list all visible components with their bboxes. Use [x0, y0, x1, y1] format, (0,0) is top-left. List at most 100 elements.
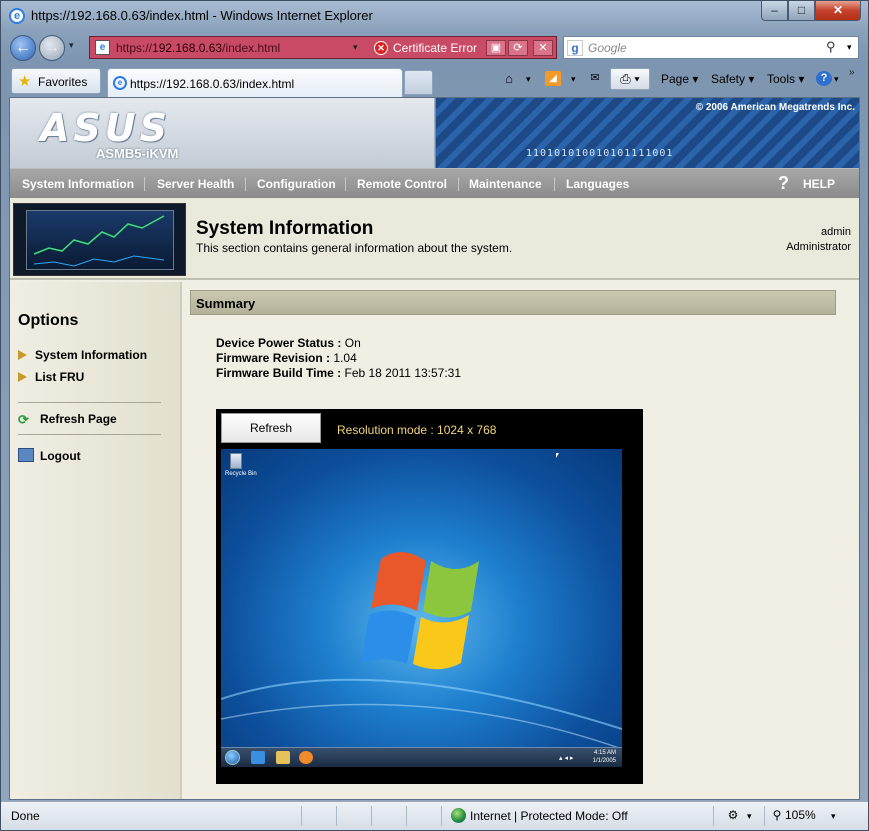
help-link[interactable]: HELP: [803, 177, 835, 191]
arrow-icon: [18, 350, 27, 360]
copyright-text: © 2006 American Megatrends Inc.: [695, 102, 855, 113]
gear-icon[interactable]: ⚙: [725, 808, 741, 823]
summary-header: Summary: [190, 290, 836, 315]
power-status-row: Device Power Status : On: [216, 336, 361, 350]
mail-icon[interactable]: ✉: [587, 71, 603, 86]
url-path: /index.html: [222, 41, 281, 55]
menu-divider: [554, 177, 555, 191]
safety-menu[interactable]: Safety ▾: [711, 72, 754, 86]
remote-clock-time: 4:15 AM: [593, 750, 616, 756]
remote-clock-date: 1/1/2005: [592, 758, 616, 764]
certificate-error-label[interactable]: Certificate Error: [393, 41, 477, 55]
page-menu[interactable]: Page ▾: [661, 72, 698, 86]
tab-label: https://192.168.0.63/index.html: [130, 77, 295, 91]
help-icon[interactable]: ?: [816, 71, 832, 86]
menu-remote-control[interactable]: Remote Control: [357, 177, 447, 191]
help-question-icon[interactable]: ?: [778, 173, 796, 193]
arrow-icon: [18, 372, 27, 382]
user-role: Administrator: [786, 241, 851, 253]
power-status-label: Device Power Status :: [216, 336, 342, 350]
help-dropdown-icon[interactable]: ▾: [834, 74, 839, 85]
windows-wallpaper-graphic: [221, 551, 622, 750]
address-url[interactable]: https://192.168.0.63/index.html: [116, 41, 280, 55]
asus-logo: ASUS: [40, 106, 172, 150]
safety-menu-dropdown-icon: ▾: [748, 72, 755, 86]
recycle-bin-icon[interactable]: Recycle Bin: [225, 453, 257, 479]
search-placeholder[interactable]: Google: [588, 41, 627, 55]
home-dropdown-icon[interactable]: ▾: [526, 74, 531, 85]
zoom-icon: ⚲: [772, 808, 782, 822]
search-options-icon[interactable]: ▾: [847, 42, 852, 53]
remote-desktop-screenshot[interactable]: Recycle Bin ▴ ◂ ▸ 4:15 AM 1/1/2005: [221, 449, 622, 767]
page-menu-label: Page: [661, 72, 690, 86]
remote-clock: 4:15 AM 1/1/2005: [593, 749, 616, 765]
page-description: This section contains general informatio…: [196, 241, 513, 255]
minimize-button[interactable]: ‒: [761, 1, 788, 21]
back-button[interactable]: ←: [10, 35, 36, 61]
print-icon[interactable]: ⎙ ▾: [610, 68, 650, 90]
page-header: [10, 198, 859, 280]
maximize-button[interactable]: □: [788, 1, 815, 21]
refresh-icon: ⟳: [18, 412, 29, 427]
zoom-dropdown-icon[interactable]: ▾: [831, 811, 836, 822]
close-window-button[interactable]: ✕: [815, 1, 861, 21]
media-player-taskbar-icon: [299, 751, 313, 764]
tab-current[interactable]: e https://192.168.0.63/index.html: [107, 68, 403, 97]
logout-link[interactable]: Logout: [18, 448, 81, 463]
sidebar-item-list-fru[interactable]: List FRU: [18, 370, 84, 384]
certificate-error-icon[interactable]: ✕: [374, 41, 388, 55]
search-icon[interactable]: ⚲: [826, 39, 836, 55]
security-zone[interactable]: Internet | Protected Mode: Off: [470, 809, 628, 823]
status-divider: [441, 806, 442, 826]
address-bar[interactable]: e https://192.168.0.63/index.html ▾ ✕ Ce…: [89, 36, 557, 59]
recycle-bin-graphic: [230, 453, 242, 469]
summary-title: Summary: [196, 296, 256, 311]
page-icon: e: [95, 40, 110, 55]
main-menu: System Information Server Health Configu…: [10, 168, 859, 198]
forward-button[interactable]: →: [39, 35, 65, 61]
tools-menu[interactable]: Tools ▾: [767, 72, 804, 86]
feeds-icon[interactable]: ◢: [545, 71, 561, 86]
page-menu-dropdown-icon: ▾: [692, 72, 699, 86]
menu-system-information[interactable]: System Information: [22, 177, 134, 191]
address-dropdown-icon[interactable]: ▾: [353, 42, 358, 53]
title-bar: e https://192.168.0.63/index.html - Wind…: [1, 1, 868, 31]
sidebar-item-label: System Information: [35, 348, 148, 362]
home-icon[interactable]: ⌂: [501, 71, 517, 86]
compatibility-view-icon[interactable]: ▣: [486, 40, 506, 56]
start-orb-icon: [225, 750, 240, 765]
logout-icon: [18, 448, 34, 462]
ie-taskbar-icon: [251, 751, 265, 764]
favorites-button[interactable]: ★ Favorites: [11, 68, 101, 94]
resolution-mode: Resolution mode : 1024 x 768: [337, 423, 497, 437]
menu-server-health[interactable]: Server Health: [157, 177, 234, 191]
menu-configuration[interactable]: Configuration: [257, 177, 336, 191]
refresh-icon[interactable]: ⟳: [508, 40, 528, 56]
menu-divider: [345, 177, 346, 191]
main-panel: Summary Device Power Status : On Firmwar…: [184, 282, 859, 799]
menu-maintenance[interactable]: Maintenance: [469, 177, 542, 191]
tools-menu-dropdown-icon: ▾: [798, 72, 805, 86]
search-box[interactable]: g Google ⚲ ▾: [563, 36, 859, 59]
monitor-thumbnail: [13, 203, 186, 276]
status-divider: [764, 806, 765, 826]
zoom-level[interactable]: 105%: [785, 808, 816, 822]
chevron-icon[interactable]: »: [849, 67, 855, 78]
history-dropdown-icon[interactable]: ▾: [69, 40, 74, 51]
menu-languages[interactable]: Languages: [566, 177, 629, 191]
sidebar-item-label: List FRU: [35, 370, 85, 384]
stop-icon[interactable]: ✕: [533, 40, 553, 56]
logout-label: Logout: [40, 449, 81, 463]
kvm-refresh-button[interactable]: Refresh: [221, 413, 321, 443]
status-bar: Done Internet | Protected Mode: Off ⚙ ▾ …: [1, 801, 868, 830]
refresh-page-link[interactable]: ⟳ Refresh Page: [18, 412, 117, 427]
firmware-revision-label: Firmware Revision :: [216, 351, 331, 365]
firmware-build-value: Feb 18 2011 13:57:31: [344, 366, 462, 380]
new-tab-button[interactable]: [404, 70, 433, 95]
tools-menu-label: Tools: [767, 72, 796, 86]
popup-dropdown-icon[interactable]: ▾: [747, 811, 752, 822]
feeds-dropdown-icon[interactable]: ▾: [571, 74, 576, 85]
google-logo-icon: g: [567, 40, 583, 56]
sidebar-item-system-information[interactable]: System Information: [18, 348, 147, 362]
system-tray-icons: ▴ ◂ ▸: [559, 755, 574, 762]
